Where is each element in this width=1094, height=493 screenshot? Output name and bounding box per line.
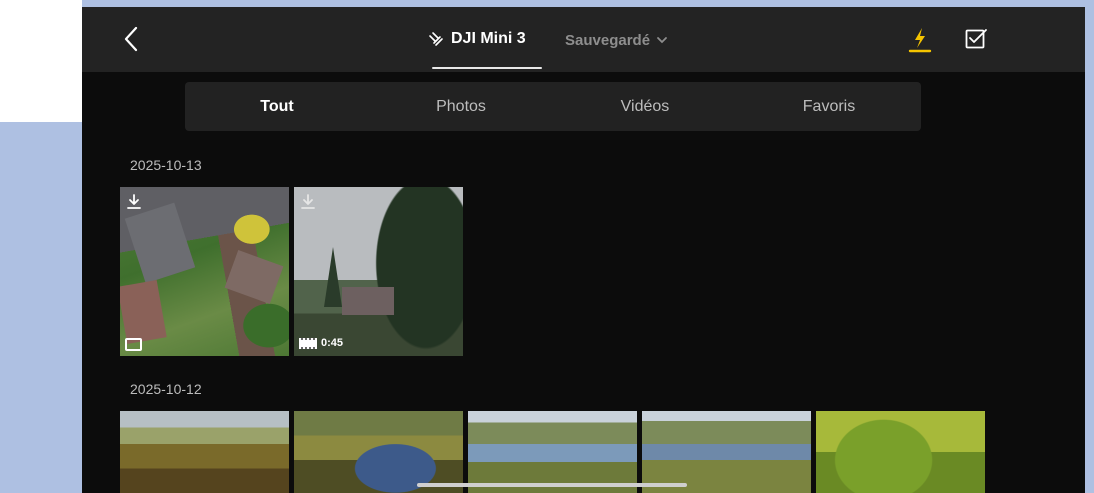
thumbnail-image: [342, 287, 394, 315]
chevron-down-icon: [657, 37, 667, 44]
tab-all[interactable]: Tout: [185, 82, 369, 131]
device-selector[interactable]: DJI Mini 3: [427, 27, 526, 51]
quick-transfer-icon[interactable]: [908, 26, 932, 54]
media-thumbnail[interactable]: [120, 411, 289, 493]
top-bar: DJI Mini 3 Sauvegardé: [82, 7, 1085, 72]
date-header: 2025-10-12: [130, 381, 202, 397]
download-icon: [127, 194, 141, 209]
album-screen: DJI Mini 3 Sauvegardé Tout Photos Vidéos…: [82, 7, 1085, 493]
video-duration: 0:45: [321, 337, 344, 349]
chevron-left-icon[interactable]: [120, 25, 144, 53]
media-thumbnail[interactable]: [816, 411, 985, 493]
saved-label: Sauvegardé: [565, 31, 651, 49]
media-thumbnail[interactable]: 0:45: [294, 187, 463, 356]
video-badge: 0:45: [299, 337, 343, 349]
filter-tabs: Tout Photos Vidéos Favoris: [185, 82, 921, 131]
tab-videos[interactable]: Vidéos: [553, 82, 737, 131]
page-title: DJI Mini 3: [451, 30, 526, 47]
media-thumbnail[interactable]: [642, 411, 811, 493]
download-icon: [301, 194, 315, 209]
photo-icon: [125, 338, 142, 351]
thumbnail-image: [224, 249, 284, 305]
film-icon: [299, 337, 317, 349]
media-thumbnail[interactable]: [468, 411, 637, 493]
drone-icon: [429, 32, 443, 46]
saved-dropdown[interactable]: Sauvegardé: [565, 28, 668, 52]
date-header: 2025-10-13: [130, 157, 202, 173]
thumbnail-image: [324, 247, 342, 307]
select-checkbox-icon[interactable]: [964, 27, 988, 51]
media-thumbnail[interactable]: [120, 187, 289, 356]
media-thumbnail[interactable]: [294, 411, 463, 493]
background-window: [0, 0, 82, 122]
thumbnail-image: [120, 279, 167, 345]
title-underline: [432, 67, 542, 69]
tab-favorites[interactable]: Favoris: [737, 82, 921, 131]
tab-photos[interactable]: Photos: [369, 82, 553, 131]
home-indicator[interactable]: [417, 483, 687, 487]
thumbnail-image: [124, 202, 196, 284]
